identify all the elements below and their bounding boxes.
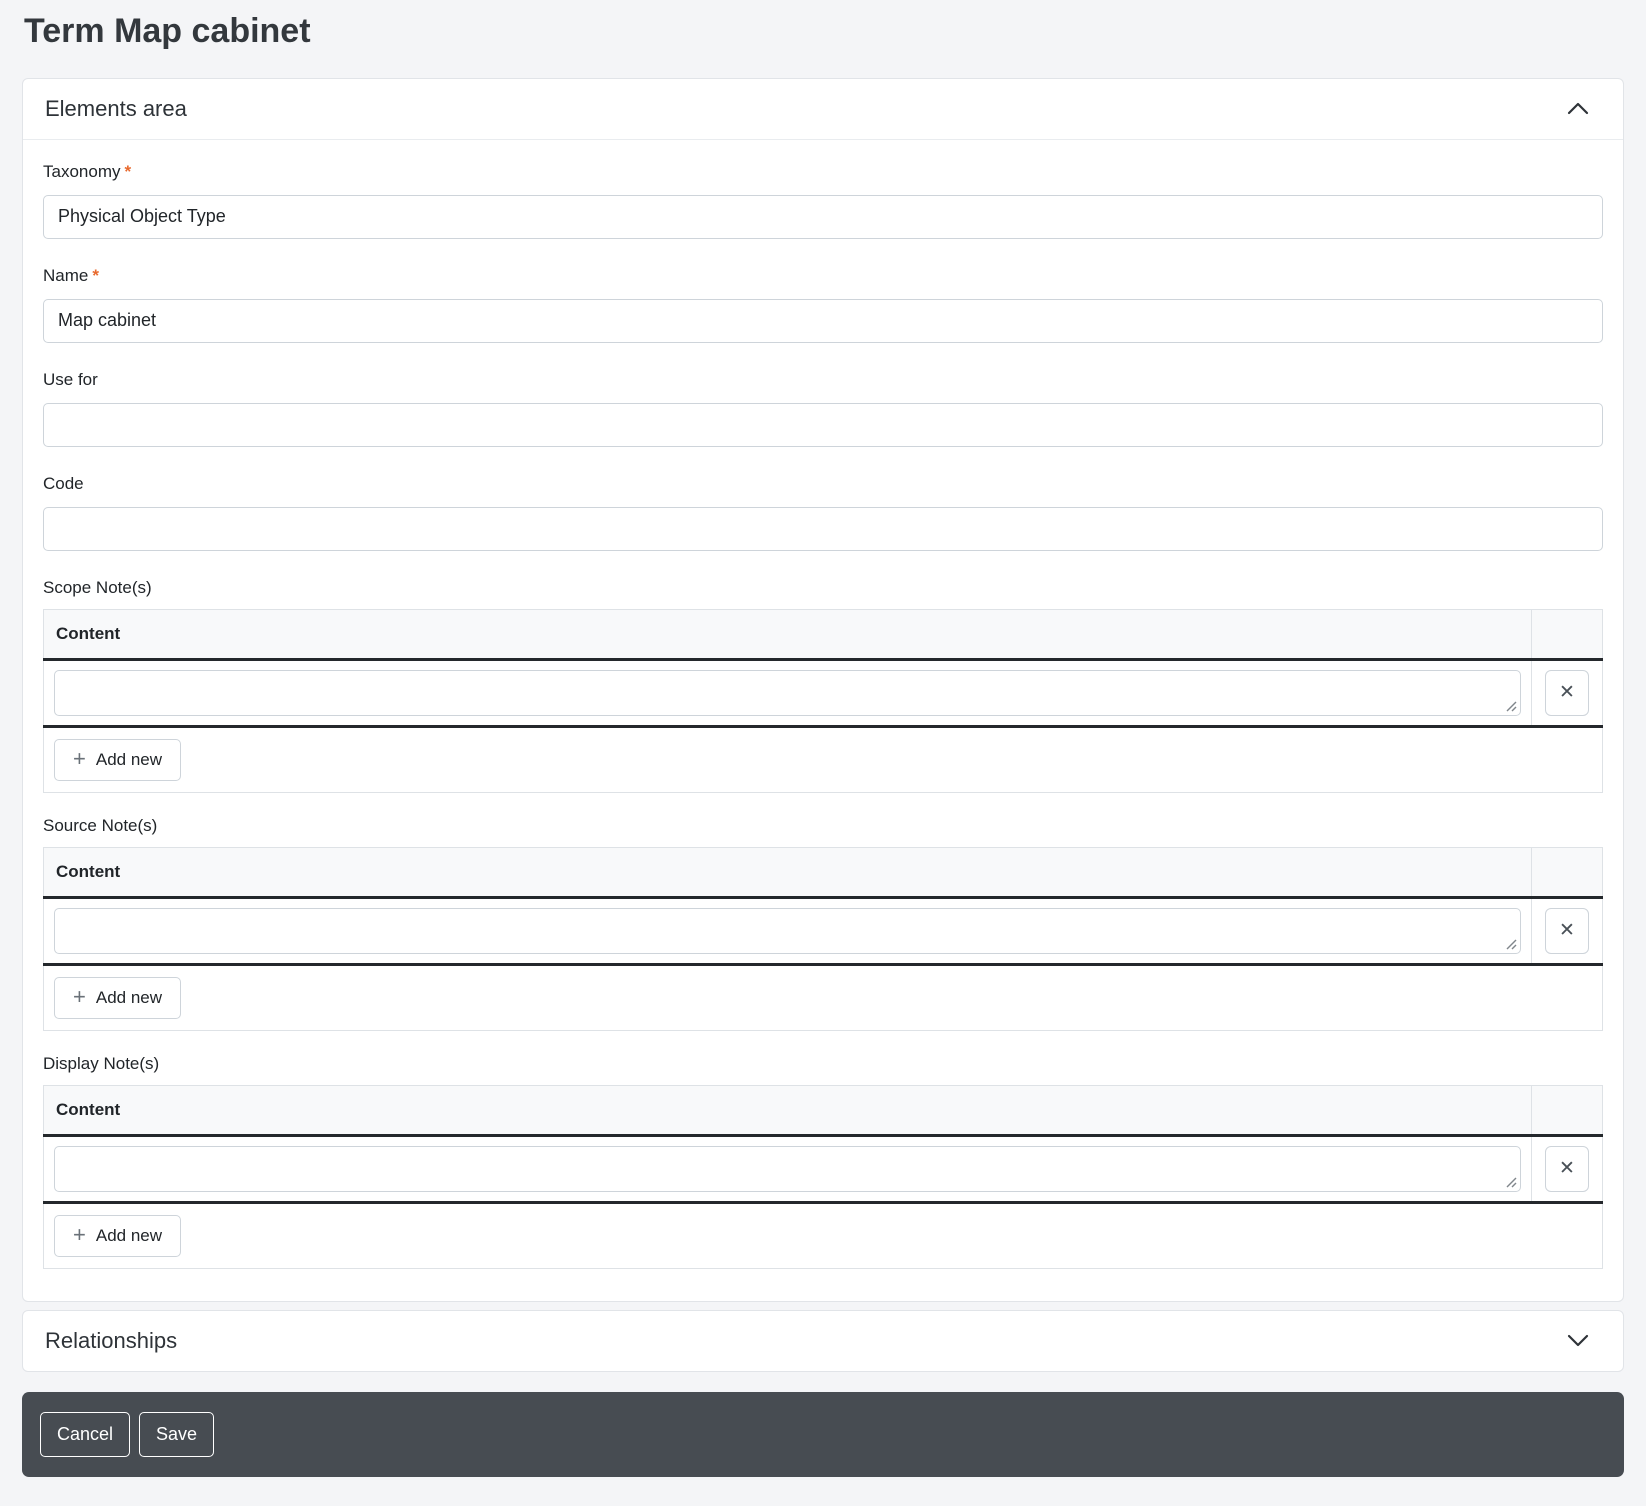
plus-icon: + [73, 748, 86, 770]
use-for-field-group: Use for [43, 370, 1603, 447]
delete-row-button[interactable]: ✕ [1545, 908, 1589, 954]
relationships-header[interactable]: Relationships [23, 1311, 1623, 1371]
add-new-label: Add new [96, 750, 162, 770]
content-column-header: Content [44, 1085, 1532, 1135]
delete-row-button[interactable]: ✕ [1545, 1146, 1589, 1192]
code-input[interactable] [43, 507, 1603, 551]
table-header-row: Content [44, 847, 1603, 897]
page-title: Term Map cabinet [24, 8, 1624, 56]
table-header-row: Content [44, 1085, 1603, 1135]
source-notes-table: Content [43, 847, 1603, 1031]
add-new-source-note-button[interactable]: + Add new [54, 977, 181, 1019]
delete-row-button[interactable]: ✕ [1545, 670, 1589, 716]
page: Term Map cabinet Elements area Taxonomy* [0, 0, 1646, 1477]
relationships-title: Relationships [45, 1328, 177, 1354]
code-label: Code [43, 474, 1603, 494]
display-note-textarea[interactable] [54, 1146, 1521, 1192]
taxonomy-input[interactable] [43, 195, 1603, 239]
display-notes-group: Display Note(s) Content [43, 1054, 1603, 1269]
name-input[interactable] [43, 299, 1603, 343]
scope-note-textarea[interactable] [54, 670, 1521, 716]
scope-notes-label: Scope Note(s) [43, 578, 1603, 598]
add-new-scope-note-button[interactable]: + Add new [54, 739, 181, 781]
elements-area-panel: Elements area Taxonomy* Name* [22, 78, 1624, 1302]
cancel-button[interactable]: Cancel [40, 1412, 130, 1457]
name-label-text: Name [43, 266, 88, 285]
source-notes-label: Source Note(s) [43, 816, 1603, 836]
plus-icon: + [73, 986, 86, 1008]
add-new-display-note-button[interactable]: + Add new [54, 1215, 181, 1257]
plus-icon: + [73, 1224, 86, 1246]
close-icon: ✕ [1559, 682, 1575, 703]
note-row: ✕ [44, 1135, 1603, 1202]
close-icon: ✕ [1559, 920, 1575, 941]
close-icon: ✕ [1559, 1158, 1575, 1179]
note-row: ✕ [44, 659, 1603, 726]
display-notes-label: Display Note(s) [43, 1054, 1603, 1074]
action-bar: Cancel Save [22, 1392, 1624, 1477]
code-field-group: Code [43, 474, 1603, 551]
name-field-group: Name* [43, 266, 1603, 343]
source-notes-group: Source Note(s) Content [43, 816, 1603, 1031]
action-column-header [1532, 847, 1603, 897]
elements-area-title: Elements area [45, 96, 187, 122]
add-new-label: Add new [96, 988, 162, 1008]
action-column-header [1532, 609, 1603, 659]
save-button[interactable]: Save [139, 1412, 214, 1457]
note-row: ✕ [44, 897, 1603, 964]
use-for-input[interactable] [43, 403, 1603, 447]
table-footer-row: + Add new [44, 726, 1603, 792]
name-label: Name* [43, 266, 1603, 286]
taxonomy-label-text: Taxonomy [43, 162, 120, 181]
content-column-header: Content [44, 847, 1532, 897]
taxonomy-field-group: Taxonomy* [43, 162, 1603, 239]
relationships-panel: Relationships [22, 1310, 1624, 1372]
chevron-up-icon[interactable] [1567, 102, 1589, 115]
elements-area-body: Taxonomy* Name* Use for Code [23, 140, 1623, 1301]
table-footer-row: + Add new [44, 1202, 1603, 1268]
action-column-header [1532, 1085, 1603, 1135]
use-for-label: Use for [43, 370, 1603, 390]
table-footer-row: + Add new [44, 964, 1603, 1030]
taxonomy-label: Taxonomy* [43, 162, 1603, 182]
table-header-row: Content [44, 609, 1603, 659]
required-asterisk: * [124, 162, 131, 181]
scope-notes-group: Scope Note(s) Content [43, 578, 1603, 793]
elements-area-header[interactable]: Elements area [23, 79, 1623, 140]
scope-notes-table: Content [43, 609, 1603, 793]
add-new-label: Add new [96, 1226, 162, 1246]
content-column-header: Content [44, 609, 1532, 659]
source-note-textarea[interactable] [54, 908, 1521, 954]
display-notes-table: Content [43, 1085, 1603, 1269]
required-asterisk: * [92, 266, 99, 285]
chevron-down-icon[interactable] [1567, 1334, 1589, 1347]
